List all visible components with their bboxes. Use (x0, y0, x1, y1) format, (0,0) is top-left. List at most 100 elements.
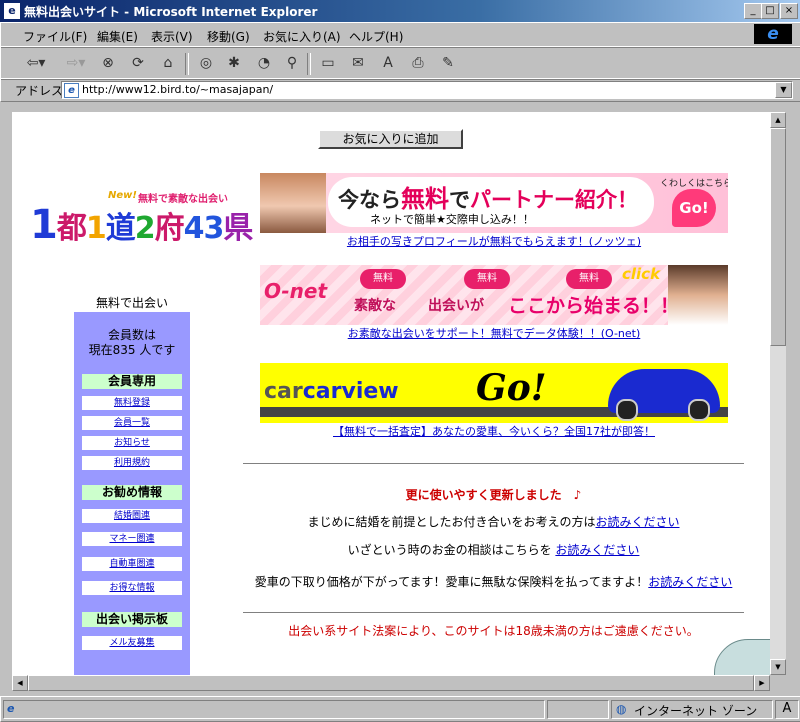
menu-view[interactable]: 表示(V) (151, 28, 193, 45)
logo-part: 43 (183, 211, 225, 246)
banner-partner-go-icon[interactable]: Go! (672, 189, 716, 227)
page-content: お気に入りに追加 New! 無料で素敵な出会い 1都1道2府43県 無料で出会い… (12, 112, 770, 675)
scroll-right-icon[interactable]: ▶ (754, 675, 770, 691)
history-icon[interactable]: ◔ (253, 53, 275, 73)
corner-decoration (714, 639, 770, 675)
marriage-read-link[interactable]: お読みください (596, 515, 680, 529)
member-count: 会員数は 現在835 人です (74, 328, 190, 358)
status-message: e (3, 700, 545, 719)
print-icon[interactable]: ⎙ (407, 53, 429, 73)
banner-partner-headline-b: 無料 (401, 185, 449, 213)
logo-part: 1 (30, 202, 58, 248)
banner-onet-brand: O-net (264, 279, 328, 303)
address-url[interactable]: http://www12.bird.to/~masajapan/ (82, 83, 273, 96)
banner-partner-headline-a: 今なら (338, 188, 401, 212)
maximize-button[interactable]: □ (761, 3, 779, 19)
address-input[interactable]: e http://www12.bird.to/~masajapan/ ▼ (61, 81, 793, 99)
scroll-down-icon[interactable]: ▼ (770, 659, 786, 675)
menu-help[interactable]: ヘルプ(H) (349, 28, 403, 45)
banner-onet-word2: 出会いが (428, 298, 484, 314)
ie-page-icon: e (4, 3, 20, 19)
logo-new-badge: New! (108, 190, 137, 201)
banner-onet-photo (668, 265, 728, 325)
sidebar-link-deals[interactable]: お得な情報 (82, 581, 182, 595)
banner-partner-headline-d: パートナー紹介！ (470, 188, 638, 212)
back-icon[interactable]: ⇦▾ (21, 53, 51, 73)
scroll-thumb-horizontal[interactable] (28, 675, 754, 691)
banner-partner-caption[interactable]: お相手の写きプロフィールが無料でもらえます！(ノッツェ) (260, 233, 728, 249)
sidebar-link-penpal[interactable]: メル友募集 (82, 636, 182, 650)
sidebar-link-member-list[interactable]: 会員一覧 (82, 416, 182, 430)
address-dropdown-icon[interactable]: ▼ (775, 82, 792, 98)
banner-onet-word1: 素敵な (354, 298, 396, 314)
home-icon[interactable]: ⌂ (157, 53, 179, 73)
banner-onet-free-badge: 無料 (360, 269, 406, 289)
sidebar-link-marriage[interactable]: 結婚圏連 (82, 509, 182, 523)
menu-edit[interactable]: 編集(E) (97, 28, 138, 45)
horizontal-scrollbar[interactable]: ◀ ▶ (12, 675, 770, 691)
font-size-icon[interactable]: A (377, 53, 399, 73)
money-read-link[interactable]: お読みください (555, 543, 639, 557)
banner-onet-free-badge: 無料 (566, 269, 612, 289)
search-icon[interactable]: ◎ (195, 53, 217, 73)
logo-part: 県 (223, 211, 253, 246)
banner-carview-brand-b: carview (302, 379, 399, 404)
status-bar: e ◍ インターネット ゾーン A (0, 696, 800, 722)
member-count-line2: 現在835 人です (88, 343, 176, 357)
banner-carview[interactable]: carcarview Go! (260, 363, 728, 423)
ime-indicator[interactable]: A (775, 700, 799, 719)
toolbar-separator (185, 53, 189, 75)
legal-notice: 出会い系サイト法案により、このサイトは18歳未満の方はご遠慮ください。 (288, 624, 699, 638)
toolbar: ⇦▾ ⇨▾ ⊗ ⟳ ⌂ ◎ ✱ ◔ ⚲ ▭ ✉ A ⎙ ✎ (0, 46, 800, 80)
window-title: 無料出会いサイト - Microsoft Internet Explorer (24, 5, 318, 19)
car-text: 愛車の下取り価格が下がってます！愛車に無駄な保険料を払ってますよ！ (254, 575, 649, 589)
banner-carview-go: Go! (476, 367, 547, 409)
banner-onet[interactable]: O-net 無料 無料 無料 素敵な 出会いが ここから始まる！！ click (260, 265, 728, 325)
logo-part: 都 (56, 211, 87, 246)
banner-partner[interactable]: 今なら無料でパートナー紹介！ ネットで簡単★交際申し込み！！ くわしくはこちら … (260, 173, 728, 233)
banner-onet-click: click (622, 265, 661, 283)
banner-partner-corner: くわしくはこちら (660, 179, 728, 189)
logo-part: 道 (105, 211, 136, 246)
add-favorite-button[interactable]: お気に入りに追加 (318, 129, 463, 149)
divider (243, 612, 744, 614)
menu-favorites[interactable]: お気に入り(A) (263, 28, 341, 45)
minimize-button[interactable]: _ (744, 3, 762, 19)
section-header-board: 出会い掲示板 (82, 612, 182, 627)
fullscreen-icon[interactable]: ▭ (317, 53, 339, 73)
banner-onet-free-badge: 無料 (464, 269, 510, 289)
banner-carview-brand-a: car (264, 379, 303, 404)
status-page-icon: e (7, 702, 15, 715)
stop-icon[interactable]: ⊗ (97, 53, 119, 73)
edit-icon[interactable]: ✎ (437, 53, 459, 73)
scroll-left-icon[interactable]: ◀ (12, 675, 28, 691)
sidebar-link-register[interactable]: 無料登録 (82, 396, 182, 410)
vertical-scrollbar[interactable]: ▲ ▼ (770, 112, 786, 675)
sidebar: 会員数は 現在835 人です 会員専用 無料登録 会員一覧 お知らせ 利用規約 … (74, 312, 190, 675)
close-button[interactable]: × (780, 3, 798, 19)
banner-carview-caption[interactable]: 【無料で一括査定】あなたの愛車、今いくら？全国17社が即答！ (260, 423, 728, 439)
money-text: いざという時のお金の相談はこちらを (347, 543, 556, 557)
car-read-link[interactable]: お読みください (648, 575, 732, 589)
sidebar-link-terms[interactable]: 利用規約 (82, 456, 182, 470)
site-logo: New! 無料で素敵な出会い 1都1道2府43県 (30, 184, 253, 254)
toolbar-separator (307, 53, 311, 75)
scroll-thumb[interactable] (770, 128, 786, 346)
menu-file[interactable]: ファイル(F) (23, 28, 87, 45)
favorites-icon[interactable]: ✱ (223, 53, 245, 73)
banner-onet-caption[interactable]: お素敵な出会いをサポート！無料でデータ体験！！(O-net) (260, 325, 728, 341)
scroll-up-icon[interactable]: ▲ (770, 112, 786, 128)
marriage-line: まじめに結婚を前提としたお付き合いをお考えの方はお読みください (243, 513, 744, 530)
mail-icon[interactable]: ✉ (347, 53, 369, 73)
banner-onet-word3: ここから始まる！！ (508, 295, 680, 317)
logo-part: 府 (154, 211, 185, 246)
sidebar-link-news[interactable]: お知らせ (82, 436, 182, 450)
refresh-icon[interactable]: ⟳ (127, 53, 149, 73)
menu-go[interactable]: 移動(G) (207, 28, 250, 45)
sidebar-link-money[interactable]: マネー圏連 (82, 532, 182, 546)
update-notice: 更に使いやすく更新しました ♪ (405, 488, 582, 502)
logo-part: 1 (85, 211, 107, 246)
forward-icon[interactable]: ⇨▾ (61, 53, 91, 73)
channels-icon[interactable]: ⚲ (281, 53, 303, 73)
sidebar-link-car[interactable]: 自動車圏連 (82, 557, 182, 571)
